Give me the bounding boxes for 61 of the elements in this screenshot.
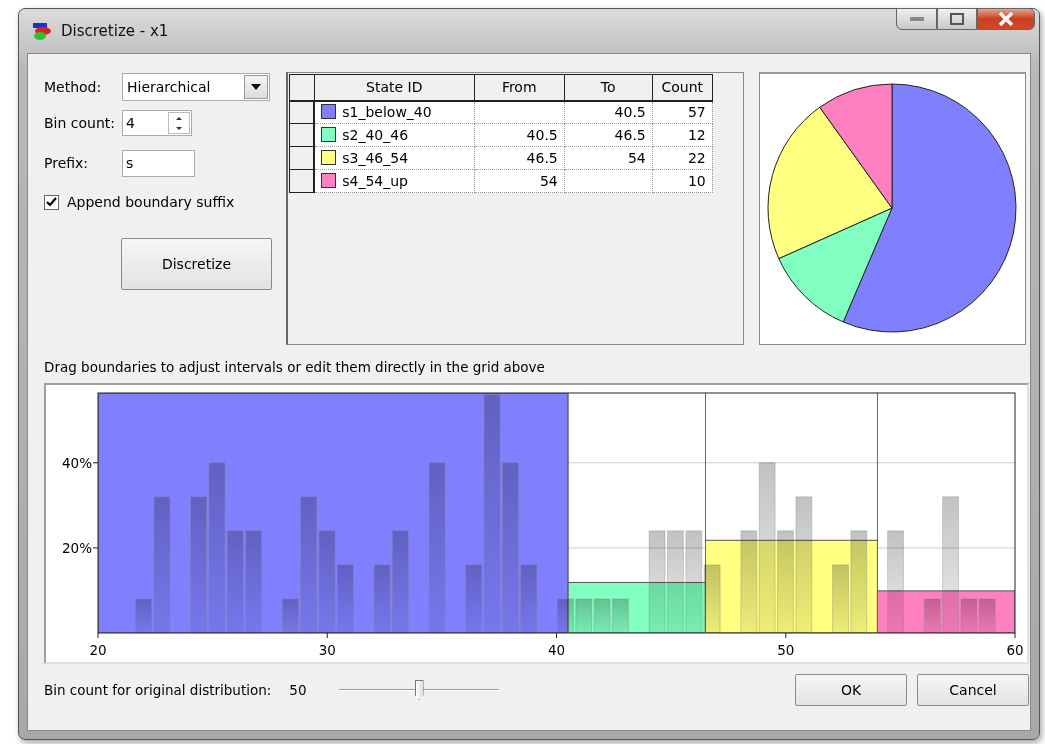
histogram-bar bbox=[978, 598, 996, 633]
window-title: Discretize - x1 bbox=[61, 22, 169, 40]
row-header[interactable] bbox=[289, 100, 315, 124]
axis-label: 20 bbox=[89, 642, 107, 658]
checkbox[interactable] bbox=[44, 194, 59, 210]
axis-label: 50 bbox=[777, 642, 795, 658]
column-header[interactable]: Count bbox=[652, 74, 713, 101]
histogram-bar bbox=[612, 598, 629, 633]
field-label: Bin count: bbox=[44, 115, 117, 131]
table-cell: 46.5 bbox=[474, 146, 565, 170]
axis-label: 40% bbox=[62, 454, 92, 471]
maximize-button[interactable] bbox=[937, 8, 977, 30]
axis-label: 40 bbox=[547, 642, 566, 658]
axis-label: 20% bbox=[62, 539, 92, 556]
column-header[interactable]: To bbox=[564, 74, 653, 101]
state-id: s4_54_up bbox=[342, 173, 408, 189]
state-id: s3_46_54 bbox=[342, 150, 409, 166]
spin-up-icon bbox=[176, 116, 182, 120]
field-label: Method: bbox=[44, 79, 103, 95]
maximize-icon bbox=[950, 13, 964, 25]
check-icon bbox=[46, 197, 57, 207]
close-icon bbox=[998, 12, 1014, 26]
slider-thumb[interactable] bbox=[414, 680, 424, 700]
close-button[interactable] bbox=[977, 8, 1035, 30]
dialog-button[interactable]: Cancel bbox=[917, 674, 1029, 706]
table-cell: 54 bbox=[564, 146, 653, 170]
axis-label: 30 bbox=[318, 642, 336, 658]
column-header[interactable]: State ID bbox=[314, 74, 475, 101]
table-cell: 57 bbox=[652, 100, 713, 124]
method-dropdown[interactable]: Hierarchical bbox=[122, 73, 270, 101]
discretize-button[interactable]: Discretize bbox=[121, 238, 272, 290]
column-header[interactable]: From bbox=[474, 74, 565, 101]
state-id: s2_40_46 bbox=[342, 127, 409, 143]
field-label: Prefix: bbox=[44, 155, 90, 171]
histogram-bar bbox=[593, 598, 611, 633]
app-icon bbox=[31, 21, 53, 41]
table-cell: 54 bbox=[474, 169, 565, 193]
dropdown-icon bbox=[251, 84, 261, 90]
table-cell: 22 bbox=[652, 146, 713, 170]
slider-value: 50 bbox=[289, 682, 307, 698]
table-cell: 10 bbox=[652, 169, 713, 193]
table-cell: 46.5 bbox=[564, 123, 653, 147]
state-id: s1_below_40 bbox=[342, 104, 432, 121]
prefix-field[interactable]: s bbox=[122, 149, 195, 177]
hint-text: Drag boundaries to adjust intervals or edit them directly in the grid above bbox=[44, 359, 546, 375]
table-cell: 40.5 bbox=[474, 123, 565, 147]
row-header[interactable] bbox=[289, 169, 315, 193]
spin-down-icon bbox=[176, 126, 182, 130]
minimize-button[interactable] bbox=[896, 8, 937, 30]
slider-label: Bin count for original distribution: bbox=[44, 682, 272, 698]
checkbox-label: Append boundary suffix bbox=[67, 194, 235, 210]
row-header[interactable] bbox=[289, 123, 315, 147]
row-header[interactable] bbox=[289, 146, 315, 170]
table-cell: 12 bbox=[652, 123, 713, 147]
bin-count-spinbox[interactable]: 4 bbox=[122, 110, 192, 136]
table-cell: 40.5 bbox=[564, 100, 653, 124]
dialog-button[interactable]: OK bbox=[795, 674, 907, 706]
histogram-bar bbox=[557, 598, 574, 633]
axis-label: 60 bbox=[1006, 642, 1024, 658]
minimize-icon bbox=[909, 17, 924, 21]
histogram-bar bbox=[575, 598, 593, 633]
